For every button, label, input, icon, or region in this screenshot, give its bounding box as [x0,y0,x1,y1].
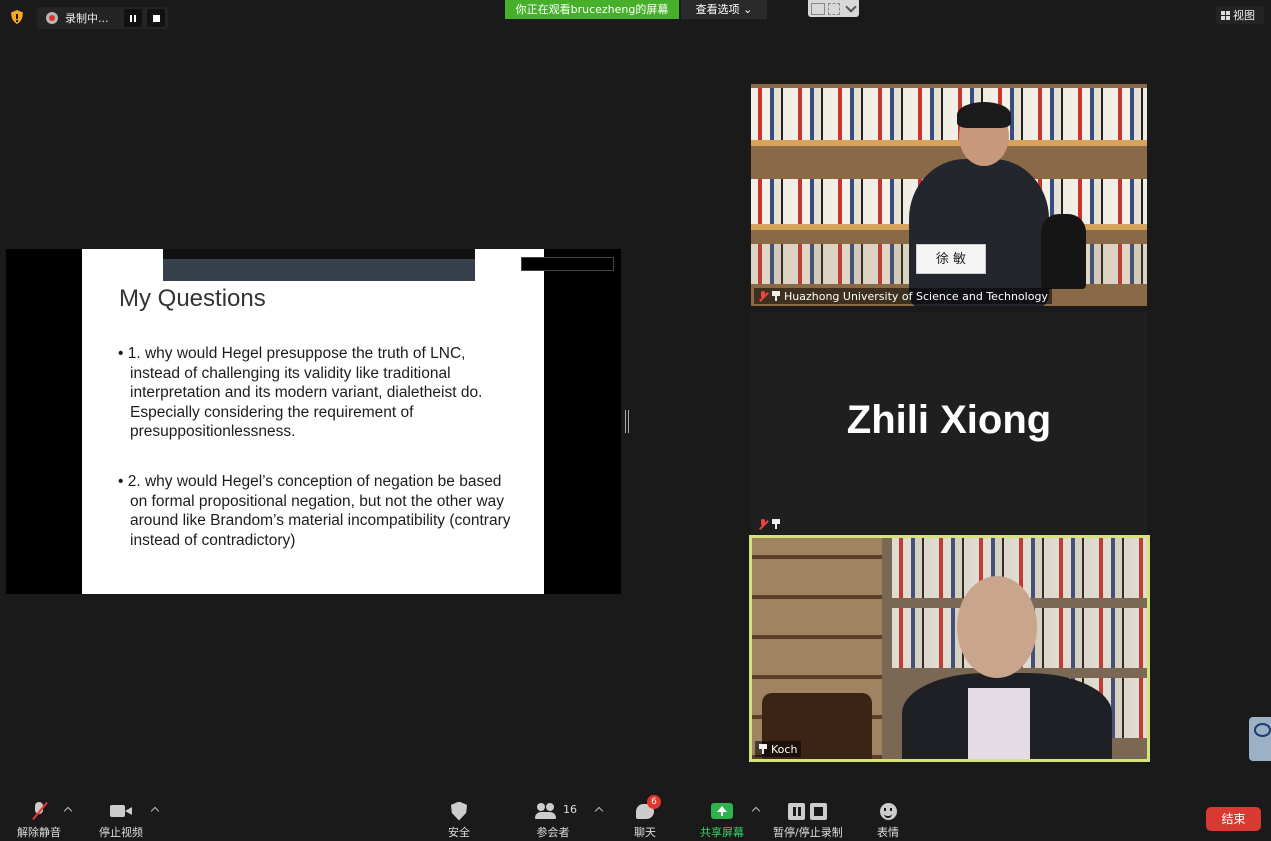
emoji-icon [879,802,897,820]
bookshelf-top [751,88,1147,140]
stop-recording-icon [810,802,828,820]
chat-label: 聊天 [634,826,656,839]
video-options-caret[interactable] [150,806,160,816]
pause-stop-recording-label: 暂停/停止录制 [773,826,843,839]
recording-dot-icon [46,12,58,24]
view-button[interactable]: 视图 [1216,6,1264,24]
participant-name-tag: Huazhong University of Science and Techn… [754,288,1052,304]
shared-screen: My Questions 1. why would Hegel presuppo… [6,249,621,594]
unmute-label: 解除静音 [17,826,61,839]
share-screen-label: 共享屏幕 [700,826,744,839]
stop-video-label: 停止视频 [99,826,143,839]
floating-side-handle[interactable] [1249,717,1271,761]
split-resize-handle[interactable] [625,410,629,433]
stop-icon [152,14,160,22]
video-tile-zhili-xiong[interactable]: Zhili Xiong [751,312,1147,534]
security-button[interactable]: 安全 [448,800,470,840]
participant-name: Koch [771,742,798,756]
slide-bullet-1: 1. why would Hegel presuppose the truth … [118,344,518,442]
pause-recording-icon [788,802,806,820]
kettle [1041,214,1086,289]
shield-icon [451,801,467,821]
view-options-label: 查看选项 [695,3,740,16]
security-shield-icon [11,10,23,24]
pause-stop-recording-button[interactable]: 暂停/停止录制 [773,800,843,840]
pause-icon [130,14,136,22]
participants-button[interactable]: 16 参会者 [535,800,577,840]
video-tile-huazhong[interactable]: 徐 敏 Huazhong University of Science and T… [751,84,1147,306]
gallery-grid-icon [1221,10,1230,20]
presentation-slide: My Questions 1. why would Hegel presuppo… [82,249,544,594]
pin-icon [772,519,780,529]
shared-window-element [521,257,614,271]
share-options-caret[interactable] [751,806,761,816]
view-mode-toggle[interactable] [808,0,859,17]
security-label: 安全 [448,826,470,839]
video-camera-icon [110,804,132,818]
stop-recording-button[interactable] [147,9,165,27]
unmute-button[interactable]: 解除静音 [17,800,61,840]
shelf-plank [751,140,1147,146]
name-placard: 徐 敏 [916,244,986,274]
participant-status-tag [754,516,784,532]
pause-recording-button[interactable] [124,9,142,27]
participants-label: 参会者 [536,826,570,839]
participant-name: Huazhong University of Science and Techn… [784,289,1048,303]
participant-display-name: Zhili Xiong [846,398,1052,442]
pin-icon [759,744,767,754]
participant-hair [957,102,1011,128]
meeting-toolbar: 解除静音 停止视频 安全 16 参会者 6 聊天 共享屏幕 暂停/停止录制 表情… [0,790,1271,841]
reactions-label: 表情 [877,826,899,839]
slide-bullet-2: 2. why would Hegel’s conception of negat… [118,472,518,550]
share-screen-icon [711,803,733,819]
muted-mic-icon [758,518,768,530]
participant-head [957,576,1037,678]
view-label: 视图 [1233,9,1255,22]
muted-microphone-icon [28,801,50,821]
shirt [968,688,1030,759]
slide-header-bar [163,249,475,281]
audio-options-caret[interactable] [63,806,73,816]
video-tile-koch[interactable]: Koch [749,535,1150,762]
participants-icon [535,803,557,819]
muted-mic-icon [758,290,768,302]
chat-button[interactable]: 6 聊天 [634,795,661,840]
recording-indicator: 录制中... [37,7,168,29]
participant-body [909,159,1049,306]
slide-title: My Questions [119,285,266,312]
view-options-button[interactable]: 查看选项 ⌄ [681,0,767,19]
fit-view-icon [828,2,840,15]
chevron-down-icon [845,0,857,13]
participant-count: 16 [563,803,577,816]
pin-icon [772,291,780,301]
stop-video-button[interactable]: 停止视频 [99,800,143,840]
viewing-screen-banner: 你正在观看brucezheng的屏幕 [505,0,679,19]
share-screen-button[interactable]: 共享屏幕 [700,800,744,840]
recording-label: 录制中... [65,12,109,25]
grid-view-icon [811,2,825,15]
participant-name-tag: Koch [755,741,802,757]
reactions-button[interactable]: 表情 [877,800,899,840]
end-meeting-button[interactable]: 结束 [1206,807,1261,831]
chat-unread-badge: 6 [647,795,661,809]
participants-options-caret[interactable] [594,806,604,816]
